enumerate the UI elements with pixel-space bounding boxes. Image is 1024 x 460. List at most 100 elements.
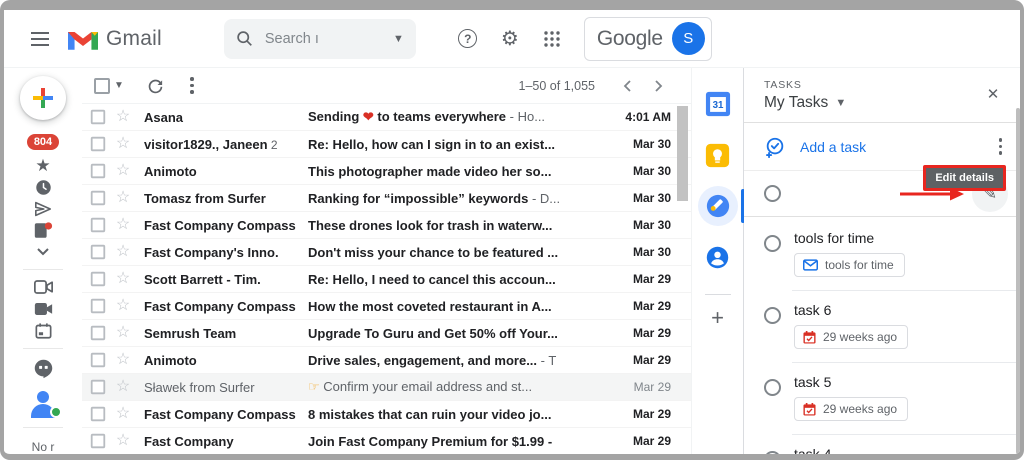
row-checkbox[interactable] bbox=[90, 190, 106, 206]
row-checkbox[interactable] bbox=[90, 298, 106, 314]
star-icon[interactable]: ☆ bbox=[106, 163, 140, 179]
google-account-button[interactable]: Google S bbox=[583, 16, 712, 61]
add-task-button[interactable]: Add a task bbox=[800, 139, 866, 155]
task-list: tools for time tools for time task 6 29 wee… bbox=[744, 217, 1020, 454]
task-chip[interactable]: 29 weeks ago bbox=[794, 397, 909, 421]
star-icon[interactable]: ☆ bbox=[106, 298, 140, 314]
email-row[interactable]: ☆ Fast Company's Inno. Don't miss your cha… bbox=[82, 239, 691, 266]
star-icon[interactable]: ☆ bbox=[106, 352, 140, 368]
select-all-checkbox[interactable] bbox=[94, 77, 110, 94]
email-row[interactable]: ☆ Animoto This photographer made video her… bbox=[82, 158, 691, 185]
keep-app-button[interactable] bbox=[698, 135, 738, 175]
hangouts-button[interactable] bbox=[4, 355, 82, 383]
email-date: Mar 29 bbox=[633, 380, 671, 394]
email-row[interactable]: ☆ visitor1829., Janeen 2 Re: Hello, how ca… bbox=[82, 131, 691, 158]
star-icon[interactable]: ☆ bbox=[106, 433, 140, 449]
row-checkbox[interactable] bbox=[90, 217, 106, 233]
select-caret-icon[interactable]: ▼ bbox=[114, 80, 124, 91]
tasks-app-button[interactable] bbox=[697, 186, 745, 226]
meet-meetings-list-button[interactable] bbox=[4, 320, 82, 342]
row-checkbox[interactable] bbox=[90, 163, 106, 179]
star-icon[interactable]: ☆ bbox=[106, 379, 140, 395]
task-chip[interactable]: 29 weeks ago bbox=[794, 325, 909, 349]
row-checkbox[interactable] bbox=[90, 325, 106, 341]
task-item[interactable]: task 6 29 weeks ago bbox=[764, 290, 1020, 362]
row-checkbox[interactable] bbox=[90, 352, 106, 368]
refresh-button[interactable] bbox=[138, 70, 174, 102]
newer-page-button[interactable] bbox=[613, 72, 641, 100]
main-menu-icon[interactable] bbox=[20, 19, 60, 59]
row-checkbox[interactable] bbox=[90, 379, 106, 395]
star-icon[interactable]: ☆ bbox=[106, 271, 140, 287]
email-row[interactable]: ☆ Animoto Drive sales, engagement, and mor… bbox=[82, 347, 691, 374]
email-row[interactable]: ☆ Fast Company Compass These drones look f… bbox=[82, 212, 691, 239]
star-icon[interactable]: ☆ bbox=[106, 244, 140, 260]
email-row[interactable]: ☆ Scott Barrett - Tim. Re: Hello, I need t… bbox=[82, 266, 691, 293]
row-checkbox[interactable] bbox=[90, 406, 106, 422]
star-icon[interactable]: ☆ bbox=[106, 325, 140, 341]
email-subject: ☞ Confirm your email address and st... bbox=[308, 379, 533, 394]
star-icon[interactable]: ☆ bbox=[106, 136, 140, 152]
meet-new-meeting-button[interactable] bbox=[4, 276, 82, 298]
apps-grid-button[interactable] bbox=[532, 19, 572, 59]
email-row[interactable]: ☆ Asana Sending ❤ to teams everywhere - Ho… bbox=[82, 104, 691, 131]
search-input[interactable]: Search ı bbox=[265, 31, 393, 47]
row-checkbox[interactable] bbox=[90, 271, 106, 287]
email-date: 4:01 AM bbox=[625, 110, 671, 124]
email-sender: Semrush Team bbox=[144, 325, 237, 341]
gmail-logo[interactable]: Gmail bbox=[68, 27, 162, 51]
email-row[interactable]: ☆ Fast Company Compass How the most covete… bbox=[82, 293, 691, 320]
star-icon[interactable]: ☆ bbox=[106, 109, 140, 125]
star-icon[interactable]: ☆ bbox=[106, 406, 140, 422]
email-list-scrollbar[interactable] bbox=[677, 106, 688, 201]
row-checkbox[interactable] bbox=[90, 244, 106, 260]
calendar-app-button[interactable]: 31 bbox=[698, 84, 738, 124]
contacts-app-button[interactable] bbox=[698, 237, 738, 277]
sidebar-item-starred[interactable]: ★ bbox=[4, 155, 82, 177]
task-list-selector[interactable]: My Tasks ▼ bbox=[764, 94, 846, 112]
tasks-scrollbar[interactable] bbox=[1016, 108, 1020, 454]
chat-user-avatar[interactable] bbox=[26, 385, 62, 419]
more-options-button[interactable] bbox=[174, 70, 210, 102]
task-item[interactable]: task 5 29 weeks ago bbox=[764, 362, 1020, 434]
email-row[interactable]: ☆ Sławek from Surfer ☞ Confirm your email … bbox=[82, 374, 691, 401]
email-row[interactable]: ☆ Semrush Team Upgrade To Guru and Get 50%… bbox=[82, 320, 691, 347]
email-row[interactable]: ☆ Fast Company Join Fast Company Premium f… bbox=[82, 428, 691, 454]
send-icon bbox=[35, 201, 51, 217]
inbox-unread-badge[interactable]: 804 bbox=[26, 133, 60, 150]
help-button[interactable]: ? bbox=[448, 19, 488, 59]
sidebar-item-sent[interactable] bbox=[4, 198, 82, 220]
compose-button[interactable] bbox=[20, 76, 66, 120]
add-task-icon[interactable] bbox=[764, 136, 786, 158]
star-icon[interactable]: ☆ bbox=[106, 217, 140, 233]
sidebar-item-snoozed[interactable] bbox=[4, 176, 82, 198]
meet-join-meeting-button[interactable] bbox=[4, 298, 82, 320]
email-row[interactable]: ☆ Fast Company Compass 8 mistakes that can… bbox=[82, 401, 691, 428]
list-options-button[interactable] bbox=[991, 130, 1011, 163]
kebab-menu-icon bbox=[190, 77, 194, 94]
search-bar[interactable]: Search ı ▼ bbox=[223, 18, 416, 59]
task-complete-circle[interactable] bbox=[764, 451, 781, 454]
task-item[interactable]: task 429 weeks ago bbox=[764, 434, 1020, 454]
search-options-caret-icon[interactable]: ▼ bbox=[393, 33, 404, 45]
sidebar-item-drafts[interactable] bbox=[4, 220, 82, 242]
task-complete-circle[interactable] bbox=[764, 185, 781, 202]
get-addons-button[interactable]: + bbox=[711, 307, 724, 329]
row-checkbox[interactable] bbox=[90, 136, 106, 152]
row-checkbox[interactable] bbox=[90, 433, 106, 449]
sidebar-more-button[interactable] bbox=[4, 242, 82, 264]
task-complete-circle[interactable] bbox=[764, 235, 781, 252]
task-item[interactable]: tools for time tools for time bbox=[764, 219, 1020, 290]
older-page-button[interactable] bbox=[645, 72, 673, 100]
row-checkbox[interactable] bbox=[90, 109, 106, 125]
task-chip[interactable]: tools for time bbox=[794, 253, 905, 277]
task-title: task 4 bbox=[794, 446, 832, 454]
email-sender: Fast Company Compass bbox=[144, 298, 296, 314]
task-complete-circle[interactable] bbox=[764, 307, 781, 324]
user-avatar[interactable]: S bbox=[671, 22, 705, 55]
task-complete-circle[interactable] bbox=[764, 379, 781, 396]
star-icon[interactable]: ☆ bbox=[106, 190, 140, 206]
settings-button[interactable]: ⚙ bbox=[490, 19, 530, 59]
close-panel-button[interactable]: ✕ bbox=[978, 79, 1008, 109]
email-row[interactable]: ☆ Tomasz from Surfer Ranking for “impossib… bbox=[82, 185, 691, 212]
